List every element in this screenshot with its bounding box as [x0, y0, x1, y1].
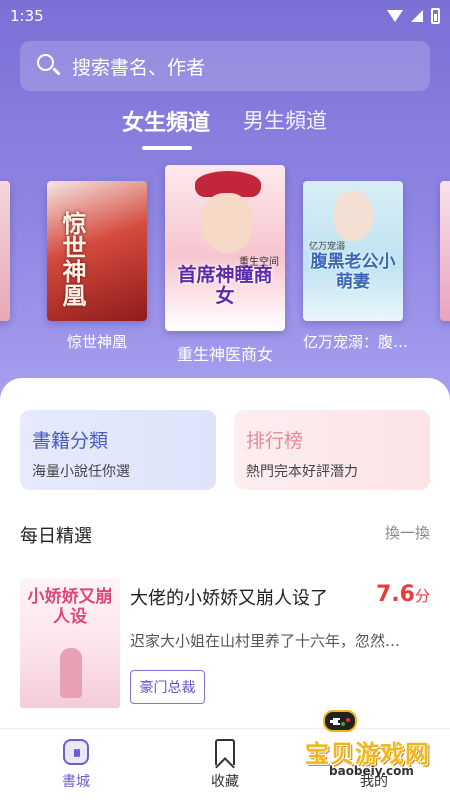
carousel-book-partial-right[interactable] — [440, 181, 450, 321]
carousel-book-1[interactable]: 惊世神凰 惊世神凰 — [47, 181, 147, 352]
book-cover — [440, 181, 450, 321]
book-title: 亿万宠溺：腹… — [303, 333, 409, 351]
card-subtitle: 熱門完本好評潛力 — [246, 464, 358, 480]
battery-icon — [431, 8, 440, 24]
hero-header: 1:35 搜索書名、作者 女生頻道 男生頻道 惊世神凰 惊世神凰 首席神瞳商女 … — [0, 0, 450, 400]
gamepad-icon — [323, 710, 357, 732]
score-unit: 分 — [414, 587, 430, 605]
figure-shape — [60, 648, 82, 698]
search-input[interactable]: 搜索書名、作者 — [20, 41, 430, 91]
tab-male-channel[interactable]: 男生頻道 — [243, 105, 327, 135]
cover-subtitle-text: 亿万宠溺 — [309, 242, 346, 252]
watermark-url: baobeiy.com — [329, 764, 414, 778]
genre-tag[interactable]: 豪门总裁 — [130, 670, 205, 704]
score-value: 7.6 — [376, 582, 415, 607]
carousel-book-partial-left[interactable] — [0, 181, 10, 321]
cover-title-text: 腹黑老公小萌妻 — [310, 252, 396, 292]
nav-bookstore[interactable]: 書城 — [36, 739, 116, 791]
tab-active-indicator — [142, 146, 192, 150]
watermark-logo: 宝贝游戏网 baobeiy.com — [285, 708, 445, 778]
book-cover: 亿万宠溺 腹黑老公小萌妻 — [303, 181, 403, 321]
status-time: 1:35 — [10, 7, 44, 25]
search-placeholder: 搜索書名、作者 — [72, 56, 206, 79]
cover-title-text: 首席神瞳商女 — [177, 264, 273, 307]
cover-subtitle-text: 重生空间 — [239, 257, 279, 268]
wifi-icon — [387, 10, 403, 22]
carousel-book-3[interactable]: 亿万宠溺 腹黑老公小萌妻 亿万宠溺：腹… — [303, 181, 409, 352]
status-bar: 1:35 — [0, 0, 450, 32]
tab-female-channel[interactable]: 女生頻道 — [122, 105, 210, 137]
nav-label: 書城 — [62, 774, 90, 790]
book-score: 7.6分 — [376, 582, 430, 607]
ranking-card[interactable]: 排行榜 熱門完本好評潛力 — [234, 410, 430, 490]
nav-favorites[interactable]: 收藏 — [185, 739, 265, 791]
book-title: 重生神医商女 — [176, 345, 273, 364]
channel-tabs: 女生頻道 男生頻道 — [0, 105, 450, 155]
card-title: 書籍分類 — [32, 430, 109, 452]
face-shape — [201, 193, 253, 253]
home-icon — [63, 739, 89, 765]
card-subtitle: 海量小說任你選 — [32, 464, 130, 480]
daily-picks-header: 每日精選 換一換 — [20, 522, 430, 548]
carousel-book-2[interactable]: 首席神瞳商女 重生空间 重生神医商女 — [165, 165, 285, 365]
refresh-button[interactable]: 換一換 — [385, 522, 430, 548]
book-title: 大佬的小娇娇又崩人设了 — [130, 588, 328, 609]
search-icon — [36, 53, 62, 79]
card-title: 排行榜 — [246, 430, 304, 452]
cover-title-text: 小娇娇又崩人设 — [27, 587, 113, 627]
book-cover: 惊世神凰 — [47, 181, 147, 321]
face-shape — [333, 191, 373, 241]
book-cover: 小娇娇又崩人设 — [20, 578, 120, 708]
book-cover — [0, 181, 10, 321]
book-description: 迟家大小姐在山村里养了十六年，忽然… — [130, 632, 401, 650]
signal-icon — [411, 10, 423, 22]
category-card[interactable]: 書籍分類 海量小說任你選 — [20, 410, 216, 490]
featured-carousel: 惊世神凰 惊世神凰 首席神瞳商女 重生空间 重生神医商女 亿万宠溺 腹黑老公小萌… — [0, 165, 450, 375]
cover-title-text: 惊世神凰 — [58, 211, 87, 307]
section-title: 每日精選 — [20, 526, 92, 547]
book-title: 惊世神凰 — [66, 333, 127, 351]
bookmark-icon — [215, 739, 235, 765]
status-icons — [387, 8, 440, 24]
book-cover: 首席神瞳商女 重生空间 — [165, 165, 285, 331]
featured-book[interactable]: 小娇娇又崩人设 大佬的小娇娇又崩人设了 7.6分 迟家大小姐在山村里养了十六年，… — [20, 578, 430, 708]
